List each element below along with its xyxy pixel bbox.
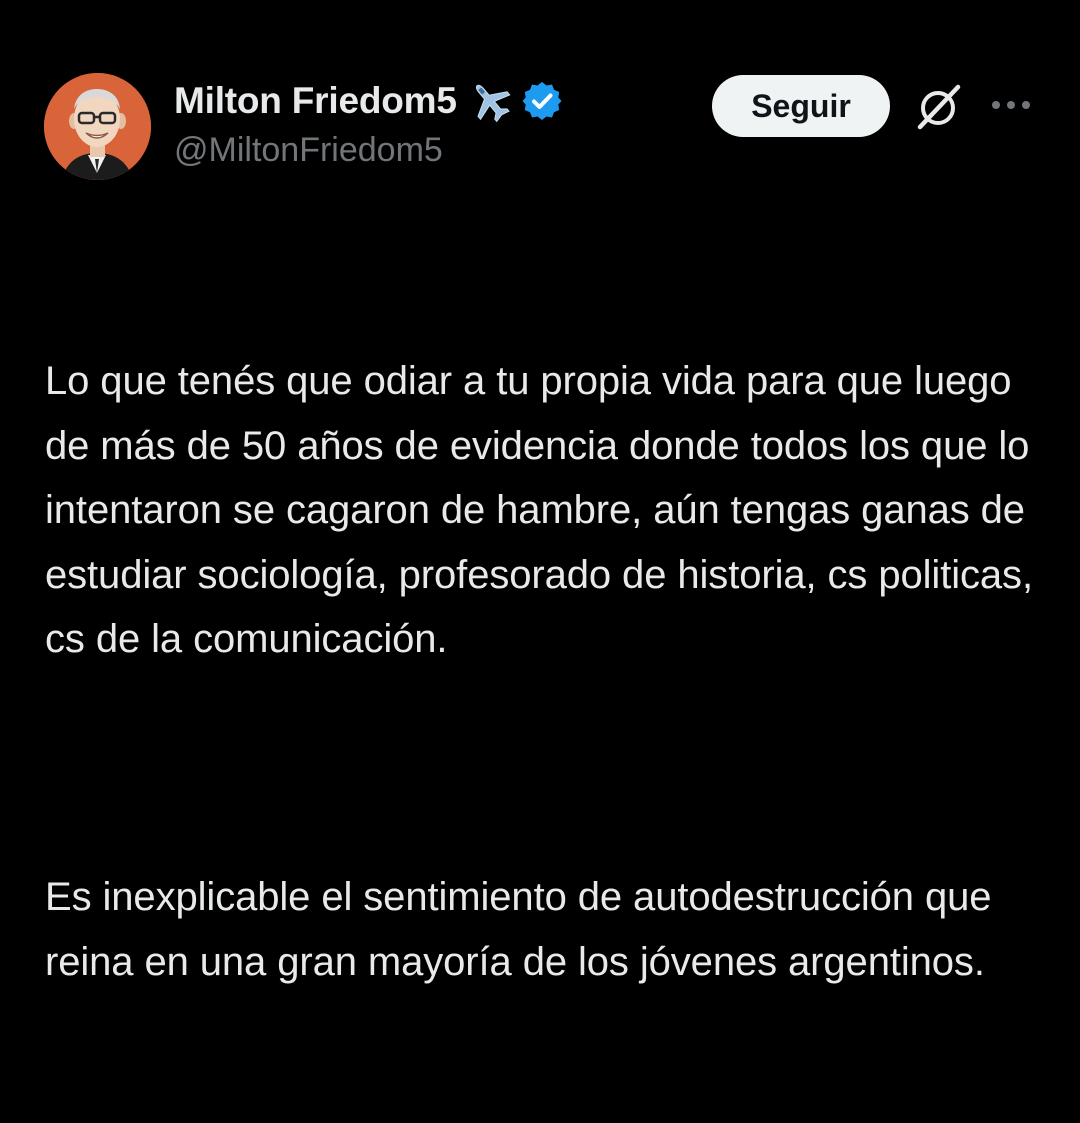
more-options-icon[interactable] xyxy=(988,93,1034,117)
avatar-portrait xyxy=(44,73,151,180)
tweet-text: Lo que tenés que odiar a tu propia vida … xyxy=(45,220,1055,1123)
tweet-header: Milton Friedom5 @MiltonFriedom5 Seguir xyxy=(44,73,1044,183)
follow-button[interactable]: Seguir xyxy=(712,75,890,137)
user-handle[interactable]: @MiltonFriedom5 xyxy=(174,131,563,170)
verified-badge-icon xyxy=(521,80,563,122)
display-name[interactable]: Milton Friedom5 xyxy=(174,80,457,122)
airplane-icon xyxy=(467,78,513,124)
tweet-paragraph: Es inexplicable el sentimiento de autode… xyxy=(45,875,1003,984)
tweet: Milton Friedom5 @MiltonFriedom5 Seguir L… xyxy=(0,0,1080,984)
grok-icon[interactable] xyxy=(912,81,964,133)
tweet-paragraph: Lo que tenés que odiar a tu propia vida … xyxy=(45,359,1044,661)
avatar[interactable] xyxy=(44,73,151,180)
author-info: Milton Friedom5 @MiltonFriedom5 xyxy=(174,77,563,170)
name-row: Milton Friedom5 xyxy=(174,77,563,125)
